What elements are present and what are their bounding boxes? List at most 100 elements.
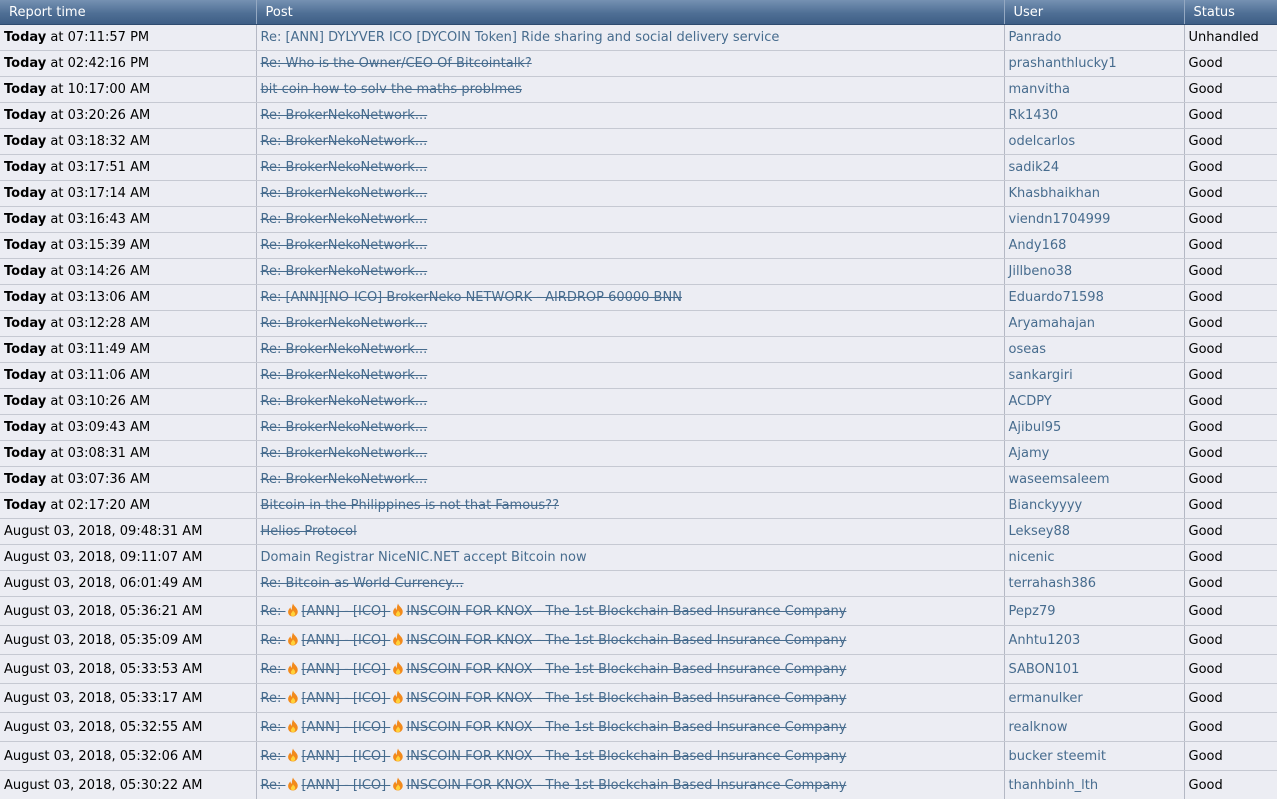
status-cell: Good: [1184, 102, 1277, 129]
user-link[interactable]: Jillbeno38: [1009, 264, 1073, 279]
post-title-text: INSCOIN FOR KNOX - The 1st Blockchain Ba…: [406, 633, 847, 648]
post-title-text: [ANN] - [ICO]: [301, 778, 391, 793]
report-timestamp: at 03:18:32 AM: [50, 134, 151, 149]
post-cell: Re: BrokerNekoNetwork...: [256, 102, 1005, 129]
user-cell: oseas: [1004, 336, 1185, 363]
user-link[interactable]: sankargiri: [1009, 368, 1073, 383]
user-link[interactable]: Bianckyyyy: [1009, 498, 1083, 513]
header-post[interactable]: Post: [256, 0, 1005, 25]
report-timestamp: at 03:16:43 AM: [50, 212, 151, 227]
table-row: Today at 03:11:49 AM Re: BrokerNekoNetwor…: [0, 336, 1277, 363]
table-row: Today at 03:12:28 AM Re: BrokerNekoNetwor…: [0, 310, 1277, 337]
post-link[interactable]: Re: BrokerNekoNetwork...: [261, 108, 428, 123]
post-link[interactable]: Re: [ANN] DYLYVER ICO [DYCOIN Token] Rid…: [261, 30, 780, 45]
post-link[interactable]: Re: BrokerNekoNetwork...: [261, 316, 428, 331]
post-link[interactable]: Domain Registrar NiceNIC.NET accept Bitc…: [261, 550, 587, 565]
header-report-time[interactable]: Report time: [0, 0, 257, 25]
post-link[interactable]: Re: BrokerNekoNetwork...: [261, 368, 428, 383]
post-link[interactable]: Re: [ANN] - [ICO] INSCOIN FOR KNOX - The…: [261, 748, 846, 764]
table-row: Today at 03:18:32 AM Re: BrokerNekoNetwor…: [0, 128, 1277, 155]
user-link[interactable]: Leksey88: [1009, 524, 1071, 539]
post-link[interactable]: Re: BrokerNekoNetwork...: [261, 446, 428, 461]
report-day: Today: [4, 238, 47, 253]
table-row: Today at 03:09:43 AM Re: BrokerNekoNetwor…: [0, 414, 1277, 441]
post-link[interactable]: Re: BrokerNekoNetwork...: [261, 238, 428, 253]
user-cell: Anhtu1203: [1004, 625, 1185, 655]
post-link[interactable]: Re: BrokerNekoNetwork...: [261, 186, 428, 201]
user-cell: Ajamy: [1004, 440, 1185, 467]
post-cell: Re: [ANN] - [ICO] INSCOIN FOR KNOX - The…: [256, 625, 1005, 655]
user-link[interactable]: bucker steemit: [1009, 749, 1106, 764]
post-link[interactable]: Re: [ANN] - [ICO] INSCOIN FOR KNOX - The…: [261, 603, 846, 619]
post-link[interactable]: Re: BrokerNekoNetwork...: [261, 264, 428, 279]
post-link[interactable]: Re: BrokerNekoNetwork...: [261, 472, 428, 487]
user-link[interactable]: ACDPY: [1009, 394, 1052, 409]
user-link[interactable]: viendn1704999: [1009, 212, 1111, 227]
user-link[interactable]: Eduardo71598: [1009, 290, 1104, 305]
user-link[interactable]: Andy168: [1009, 238, 1067, 253]
status-cell: Good: [1184, 154, 1277, 181]
user-link[interactable]: Rk1430: [1009, 108, 1059, 123]
post-link[interactable]: Re: Who is the Owner/CEO Of Bitcointalk?: [261, 56, 532, 71]
user-link[interactable]: manvitha: [1009, 82, 1070, 97]
user-link[interactable]: Aryamahajan: [1009, 316, 1096, 331]
post-link[interactable]: Re: [ANN][NO-ICO] BrokerNeko NETWORK - A…: [261, 290, 682, 305]
report-timestamp: August 03, 2018, 05:32:06 AM: [4, 748, 203, 764]
post-title-text: INSCOIN FOR KNOX - The 1st Blockchain Ba…: [406, 691, 847, 706]
post-title-text: INSCOIN FOR KNOX - The 1st Blockchain Ba…: [406, 662, 847, 677]
post-link[interactable]: Re: BrokerNekoNetwork...: [261, 342, 428, 357]
user-link[interactable]: SABON101: [1009, 662, 1080, 677]
post-link[interactable]: Re: BrokerNekoNetwork...: [261, 394, 428, 409]
post-cell: Re: BrokerNekoNetwork...: [256, 362, 1005, 389]
table-row: Today at 10:17:00 AM bit coin how to solv…: [0, 76, 1277, 103]
user-link[interactable]: Khasbhaikhan: [1009, 186, 1101, 201]
user-link[interactable]: ermanulker: [1009, 691, 1083, 706]
user-link[interactable]: nicenic: [1009, 550, 1055, 565]
post-link[interactable]: Re: BrokerNekoNetwork...: [261, 160, 428, 175]
user-link[interactable]: waseemsaleem: [1009, 472, 1110, 487]
fire-icon: [287, 603, 299, 617]
post-link[interactable]: Re: BrokerNekoNetwork...: [261, 420, 428, 435]
report-time-cell: Today at 03:20:26 AM: [0, 102, 257, 129]
user-link[interactable]: terrahash386: [1009, 576, 1097, 591]
user-link[interactable]: odelcarlos: [1009, 134, 1076, 149]
header-status[interactable]: Status: [1184, 0, 1277, 25]
user-link[interactable]: Anhtu1203: [1009, 633, 1081, 648]
user-link[interactable]: Pepz79: [1009, 604, 1056, 619]
post-title-text: Re: BrokerNekoNetwork...: [260, 160, 428, 175]
user-link[interactable]: sadik24: [1009, 160, 1060, 175]
user-cell: sankargiri: [1004, 362, 1185, 389]
user-link[interactable]: Panrado: [1009, 30, 1062, 45]
report-time-cell: Today at 03:16:43 AM: [0, 206, 257, 233]
user-cell: bucker steemit: [1004, 741, 1185, 771]
post-link[interactable]: Re: BrokerNekoNetwork...: [261, 212, 428, 227]
user-link[interactable]: Ajibul95: [1009, 420, 1062, 435]
post-link[interactable]: Re: Bitcoin as World Currency...: [261, 576, 464, 591]
post-link[interactable]: Re: [ANN] - [ICO] INSCOIN FOR KNOX - The…: [261, 632, 847, 648]
post-cell: Domain Registrar NiceNIC.NET accept Bitc…: [256, 544, 1005, 571]
post-link[interactable]: Helios Protocol: [261, 524, 357, 539]
user-link[interactable]: oseas: [1009, 342, 1046, 357]
post-link[interactable]: Re: [ANN] - [ICO] INSCOIN FOR KNOX - The…: [261, 661, 847, 677]
table-row: August 03, 2018, 05:35:09 AM Re: [ANN] - …: [0, 625, 1277, 655]
user-link[interactable]: thanhbinh_lth: [1009, 778, 1099, 793]
post-title-text: Re: BrokerNekoNetwork...: [260, 420, 428, 435]
post-link[interactable]: Re: [ANN] - [ICO] INSCOIN FOR KNOX - The…: [261, 777, 846, 793]
table-row: August 03, 2018, 05:32:55 AM Re: [ANN] - …: [0, 712, 1277, 742]
post-link[interactable]: Re: [ANN] - [ICO] INSCOIN FOR KNOX - The…: [261, 690, 847, 706]
report-timestamp: at 03:11:06 AM: [50, 368, 151, 383]
user-cell: Eduardo71598: [1004, 284, 1185, 311]
post-link[interactable]: bit coin how to solv the maths problmes: [261, 82, 522, 97]
post-title-text: Re: BrokerNekoNetwork...: [260, 446, 428, 461]
post-link[interactable]: Bitcoin in the Philippines is not that F…: [261, 498, 560, 513]
status-cell: Good: [1184, 596, 1277, 626]
user-link[interactable]: prashanthlucky1: [1009, 56, 1117, 71]
post-link[interactable]: Re: BrokerNekoNetwork...: [261, 134, 428, 149]
status-cell: Unhandled: [1184, 24, 1277, 51]
user-link[interactable]: realknow: [1009, 720, 1068, 735]
post-link[interactable]: Re: [ANN] - [ICO] INSCOIN FOR KNOX - The…: [261, 719, 846, 735]
status-cell: Good: [1184, 492, 1277, 519]
table-row: Today at 02:17:20 AM Bitcoin in the Phili…: [0, 492, 1277, 519]
header-user[interactable]: User: [1004, 0, 1185, 25]
user-link[interactable]: Ajamy: [1009, 446, 1050, 461]
